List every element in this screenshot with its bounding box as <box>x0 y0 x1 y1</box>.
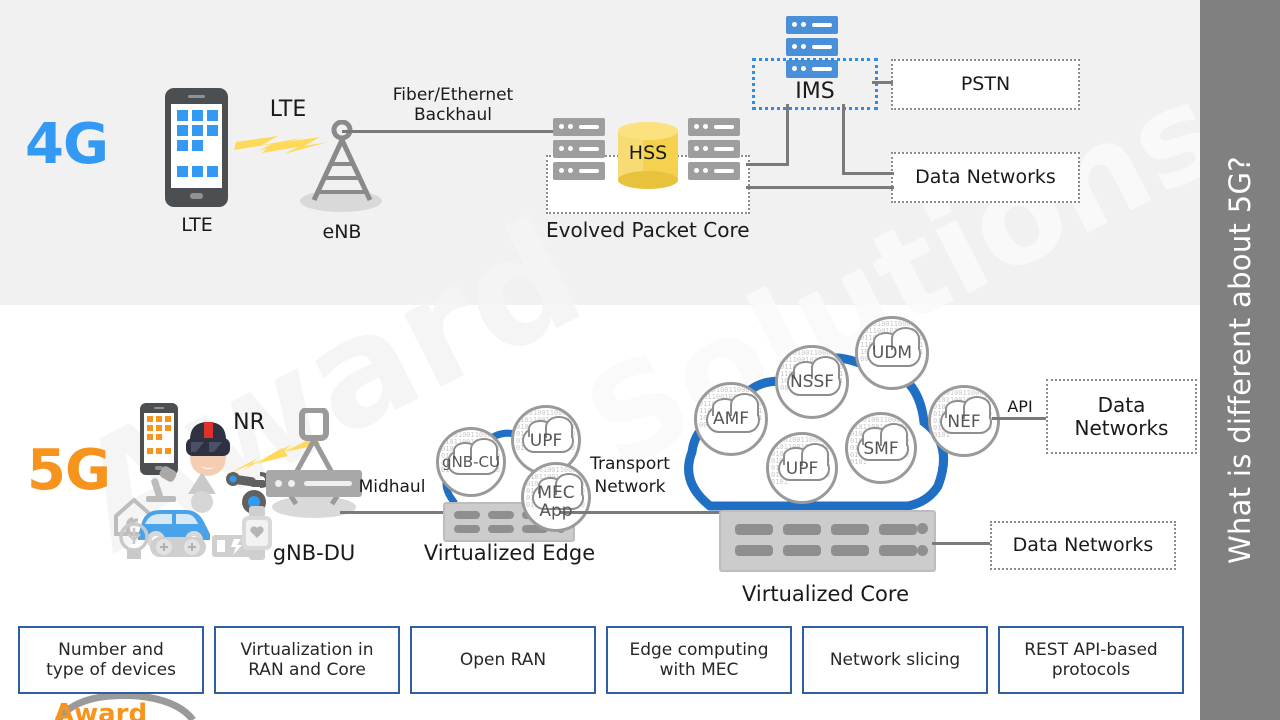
data-networks-top-line1: Data <box>1097 392 1146 417</box>
node-amf[interactable]: 0110100110001101011001011010010110011000… <box>694 382 768 456</box>
ims-pstn-link <box>872 81 893 84</box>
node-nssf[interactable]: 0110100110001101011001011010010110011000… <box>775 345 849 419</box>
virtualized-core-label: Virtualized Core <box>741 582 909 606</box>
award-logo-partial: Award <box>54 694 196 720</box>
ims-dn-vline <box>842 104 845 174</box>
epc-server-left-icon <box>553 118 605 180</box>
smartphone-icon <box>140 403 178 475</box>
backhaul-line <box>342 130 562 133</box>
backhaul-label-line2: Backhaul <box>414 105 492 125</box>
feature-box-3[interactable]: Edge computing with MEC <box>606 626 792 694</box>
generation-label-4g: 4G <box>25 112 109 177</box>
api-line <box>992 417 1047 420</box>
node-smf[interactable]: 0110100110001101011001011010010110011000… <box>845 412 917 484</box>
data-networks-top-line2: Networks <box>1074 415 1169 440</box>
core-dn-line <box>932 542 991 545</box>
feature-box-2[interactable]: Open RAN <box>410 626 596 694</box>
epc-dn-hline <box>746 186 894 189</box>
sidebar: What is different about 5G? <box>1200 0 1280 720</box>
virtualized-edge-label: Virtualized Edge <box>423 541 596 565</box>
slide-root: Award Solutions 4G LTE LTE eNB Fiber/Eth… <box>0 0 1280 720</box>
ims-epc-vline <box>786 104 789 166</box>
node-upf-core-label: UPF <box>785 458 819 479</box>
pstn-box[interactable]: PSTN <box>891 59 1080 110</box>
svg-text:Award: Award <box>54 699 147 720</box>
feature-box-5-line1: REST API-based <box>1024 639 1158 660</box>
feature-box-1-line2: RAN and Core <box>248 660 366 680</box>
node-udm[interactable]: 0110100110001101011001011010010110011000… <box>855 316 929 390</box>
gnb-du-unit-icon <box>266 470 362 497</box>
epc-server-right-icon <box>688 118 740 180</box>
api-label: API <box>1007 397 1033 416</box>
sidebar-title: What is different about 5G? <box>1223 156 1257 564</box>
node-gnb-cu[interactable]: 0110100110001101011001011010010110011000… <box>436 427 506 497</box>
generation-label-5g: 5G <box>27 438 111 503</box>
hss-database-icon: HSS <box>618 122 678 189</box>
feature-box-1-line1: Virtualization in <box>240 639 374 660</box>
epc-label: Evolved Packet Core <box>546 218 750 242</box>
transport-label-line2: Network <box>594 477 666 497</box>
lightbulb-icon <box>119 522 149 559</box>
lte-handset-icon <box>165 88 228 207</box>
feature-box-0[interactable]: Number and type of devices <box>18 626 204 694</box>
feature-box-0-line1: Number and <box>58 639 164 660</box>
node-amf-label: AMF <box>712 409 750 430</box>
node-smf-label: SMF <box>863 438 899 459</box>
node-udm-label: UDM <box>871 343 913 364</box>
node-app-label: App <box>539 500 573 521</box>
node-nef[interactable]: 0110100110001101011001011010010110011000… <box>928 385 1000 457</box>
core-rack-icon <box>719 510 936 572</box>
feature-box-5-line2: protocols <box>1051 660 1131 680</box>
feature-box-3-line2: with MEC <box>659 660 739 680</box>
node-mec-app[interactable]: 0110100110001101011001011010010110011000… <box>521 462 591 532</box>
data-networks-box-5g-top[interactable]: Data Networks <box>1046 379 1197 454</box>
node-upf-edge-label: UPF <box>529 431 563 452</box>
ims-box[interactable]: IMS <box>752 58 878 110</box>
data-networks-bottom-label: Data Networks <box>1012 533 1154 556</box>
lte-device-label: LTE <box>181 214 213 236</box>
hss-label: HSS <box>628 142 668 164</box>
ims-label: IMS <box>795 79 835 105</box>
gamepad-icon <box>150 537 206 557</box>
backhaul-label-line1: Fiber/Ethernet <box>392 85 514 105</box>
node-nssf-label: NSSF <box>789 372 835 393</box>
feature-box-1[interactable]: Virtualization in RAN and Core <box>214 626 400 694</box>
data-networks-label-4g: Data Networks <box>915 165 1056 188</box>
node-upf-core[interactable]: 0110100110001101011001011010010110011000… <box>766 432 838 504</box>
node-gnb-cu-label: gNB-CU <box>442 453 500 472</box>
enb-label: eNB <box>322 221 362 243</box>
ims-epc-hline <box>746 163 789 166</box>
midhaul-label: Midhaul <box>358 477 426 497</box>
gnb-du-label: gNB-DU <box>272 541 356 565</box>
transport-label-line1: Transport <box>590 454 670 474</box>
data-networks-box-5g-bottom[interactable]: Data Networks <box>990 521 1176 570</box>
lte-air-interface-label: LTE <box>269 97 307 122</box>
feature-box-2-line1: Open RAN <box>459 649 547 670</box>
feature-box-3-line1: Edge computing <box>629 639 769 660</box>
data-networks-box-4g[interactable]: Data Networks <box>891 152 1080 203</box>
pstn-label: PSTN <box>960 72 1011 95</box>
node-nef-label: NEF <box>947 411 981 432</box>
feature-box-5[interactable]: REST API-based protocols <box>998 626 1184 694</box>
feature-box-4[interactable]: Network slicing <box>802 626 988 694</box>
ims-dn-hline <box>842 172 894 175</box>
feature-box-4-line1: Network slicing <box>829 649 961 670</box>
feature-box-0-line2: type of devices <box>46 660 176 680</box>
